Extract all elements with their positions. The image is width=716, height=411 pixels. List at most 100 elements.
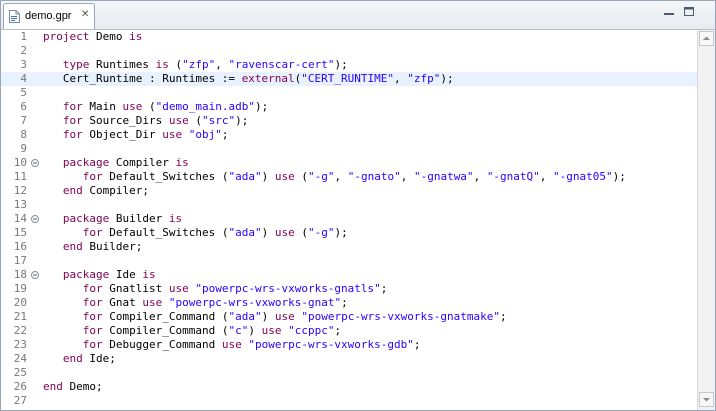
keyword-token: external	[241, 72, 295, 85]
code-text: Cert_Runtime : Runtimes := external("CER…	[43, 72, 454, 86]
code-line[interactable]: 9	[1, 142, 697, 156]
string-token: "powerpc-wrs-vxworks-gnatls"	[195, 282, 381, 295]
code-editor[interactable]: 1 project Demo is 2 3 type Runtimes is ("zf…	[1, 30, 697, 410]
code-line[interactable]: 12 end Compiler;	[1, 184, 697, 198]
keyword-token: package	[62, 268, 110, 281]
text-token: );	[254, 100, 269, 113]
keyword-token: package	[62, 212, 110, 225]
code-line[interactable]: 16 end Builder;	[1, 240, 697, 254]
code-text: for Default_Switches ("ada") use ("-g", …	[43, 170, 626, 184]
text-token: );	[612, 170, 626, 183]
keyword-token: type	[62, 58, 90, 71]
fold-collapse-icon[interactable]	[31, 159, 39, 167]
fold-collapse-icon[interactable]	[31, 271, 39, 279]
text-token: Object_Dir	[82, 128, 163, 141]
code-line[interactable]: 26 end Demo;	[1, 380, 697, 394]
maximize-icon[interactable]	[681, 5, 697, 19]
code-text: for Gnat use "powerpc-wrs-vxworks-gnat";	[43, 296, 348, 310]
line-number: 25	[13, 366, 27, 379]
code-line[interactable]: 13	[1, 198, 697, 212]
line-number: 22	[13, 324, 27, 337]
code-line[interactable]: 1 project Demo is	[1, 30, 697, 44]
line-number: 14	[13, 212, 27, 225]
scroll-down-icon[interactable]	[699, 392, 714, 407]
code-line[interactable]: 8 for Object_Dir use "obj";	[1, 128, 697, 142]
code-line[interactable]: 23 for Debugger_Command use "powerpc-wrs…	[1, 338, 697, 352]
keyword-token: for	[62, 100, 83, 113]
keyword-token: for	[82, 338, 103, 351]
string-token: "ravenscar-cert"	[228, 58, 335, 71]
editor-tab[interactable]: demo.gpr ✕	[3, 3, 95, 29]
text-token: (	[188, 114, 202, 127]
text-token: ;	[334, 324, 342, 337]
line-number: 11	[13, 170, 27, 183]
text-token: Source_Dirs	[82, 114, 169, 127]
keyword-token: use	[221, 338, 242, 351]
line-number: 19	[13, 282, 27, 295]
code-line[interactable]: 22 for Compiler_Command ("c") use "ccppc…	[1, 324, 697, 338]
string-token: "-gnatQ"	[486, 170, 540, 183]
minimize-icon[interactable]	[661, 5, 677, 19]
keyword-token: end	[62, 240, 83, 253]
scroll-up-icon[interactable]	[699, 31, 714, 46]
close-icon[interactable]: ✕	[81, 10, 91, 20]
text-token: Ide	[109, 268, 143, 281]
keyword-token: use	[162, 128, 183, 141]
code-line[interactable]: 17	[1, 254, 697, 268]
code-line[interactable]: 21 for Compiler_Command ("ada") use "pow…	[1, 310, 697, 324]
code-line[interactable]: 18 package Ide is	[1, 268, 697, 282]
line-number: 3	[20, 58, 27, 71]
text-token: );	[235, 114, 249, 127]
text-token: Runtimes	[89, 58, 156, 71]
line-number: 15	[13, 226, 27, 239]
code-text: for Gnatlist use "powerpc-wrs-vxworks-gn…	[43, 282, 388, 296]
keyword-token: end	[62, 184, 83, 197]
code-line[interactable]: 4 Cert_Runtime : Runtimes := external("C…	[1, 72, 697, 86]
text-token: );	[440, 72, 454, 85]
keyword-token: is	[155, 58, 169, 71]
text-token: Gnat	[102, 296, 143, 309]
code-line[interactable]: 14 package Builder is	[1, 212, 697, 226]
code-line[interactable]: 24 end Ide;	[1, 352, 697, 366]
line-number: 23	[13, 338, 27, 351]
code-line[interactable]: 25	[1, 366, 697, 380]
keyword-token: end	[43, 380, 63, 393]
keyword-token: package	[62, 156, 110, 169]
vertical-scrollbar[interactable]	[697, 30, 715, 410]
keyword-token: for	[62, 128, 83, 141]
line-number: 5	[20, 86, 27, 99]
line-number: 13	[13, 198, 27, 211]
code-line[interactable]: 5	[1, 86, 697, 100]
code-text: end Builder;	[43, 240, 142, 254]
code-text: for Object_Dir use "obj";	[43, 128, 229, 142]
code-line[interactable]: 27	[1, 394, 697, 408]
fold-collapse-icon[interactable]	[31, 215, 39, 223]
code-line[interactable]: 2	[1, 44, 697, 58]
code-line[interactable]: 11 for Default_Switches ("ada") use ("-g…	[1, 170, 697, 184]
text-token: ,	[334, 170, 348, 183]
text-token: Default_Switches (	[102, 226, 229, 239]
tab-title: demo.gpr	[25, 10, 72, 22]
code-line[interactable]: 3 type Runtimes is ("zfp", "ravenscar-ce…	[1, 58, 697, 72]
keyword-token: is	[175, 156, 189, 169]
text-token: ;	[341, 296, 348, 309]
keyword-token: use	[274, 310, 295, 323]
text-token: ;	[500, 310, 507, 323]
code-line[interactable]: 20 for Gnat use "powerpc-wrs-vxworks-gna…	[1, 296, 697, 310]
line-number: 12	[13, 184, 27, 197]
code-line[interactable]: 15 for Default_Switches ("ada") use ("-g…	[1, 226, 697, 240]
code-line[interactable]: 19 for Gnatlist use "powerpc-wrs-vxworks…	[1, 282, 697, 296]
code-line[interactable]: 10 package Compiler is	[1, 156, 697, 170]
code-text: for Source_Dirs use ("src");	[43, 114, 248, 128]
code-line[interactable]: 6 for Main use ("demo_main.adb");	[1, 100, 697, 114]
keyword-token: is	[168, 212, 183, 225]
code-line[interactable]: 7 for Source_Dirs use ("src");	[1, 114, 697, 128]
